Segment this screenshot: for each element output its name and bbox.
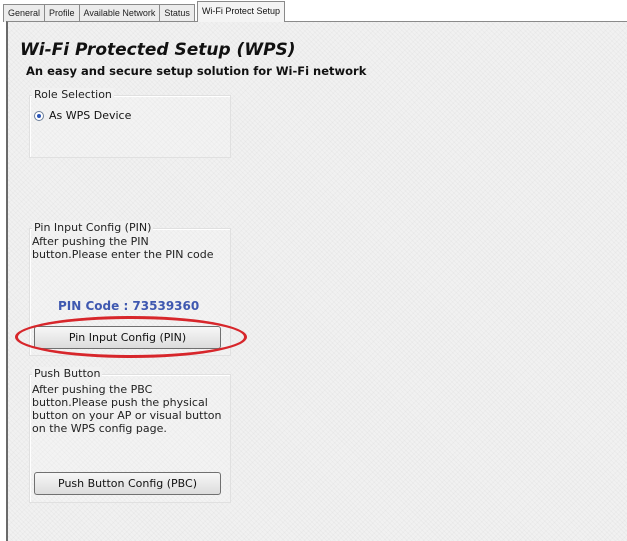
pbc-instruction-line4: on the WPS config page. (32, 422, 167, 435)
push-button-legend: Push Button (32, 367, 103, 380)
pin-config-instruction-line1: After pushing the PIN (32, 235, 149, 248)
tab-available-network[interactable]: Available Network (78, 4, 161, 22)
pbc-instruction-line3: button on your AP or visual button (32, 409, 222, 422)
as-wps-device-radio[interactable] (34, 110, 44, 121)
pin-config-instruction-line2: button.Please enter the PIN code (32, 248, 214, 261)
as-wps-device-label: As WPS Device (49, 109, 132, 122)
pin-input-config-button[interactable]: Pin Input Config (PIN) (34, 326, 221, 349)
tab-wifi-protect-setup[interactable]: Wi-Fi Protect Setup (196, 1, 285, 22)
pbc-instruction-line2: button.Please push the physical (32, 396, 208, 409)
pin-config-legend: Pin Input Config (PIN) (32, 221, 154, 234)
role-selection-legend: Role Selection (32, 88, 114, 101)
tab-general[interactable]: General (3, 4, 46, 22)
page-title: Wi-Fi Protected Setup (WPS) (20, 40, 296, 60)
page-subtitle: An easy and secure setup solution for Wi… (26, 64, 367, 78)
pin-code-value: PIN Code : 73539360 (58, 299, 200, 313)
as-wps-device-radio-row[interactable]: As WPS Device (34, 109, 131, 122)
pbc-instruction-line1: After pushing the PBC (32, 383, 153, 396)
tab-status[interactable]: Status (159, 4, 195, 22)
tab-profile[interactable]: Profile (44, 4, 80, 22)
push-button-config-button[interactable]: Push Button Config (PBC) (34, 472, 221, 495)
tab-bar: General Profile Available Network Status… (0, 0, 627, 22)
role-selection-group: Role Selection As WPS Device (29, 88, 231, 158)
